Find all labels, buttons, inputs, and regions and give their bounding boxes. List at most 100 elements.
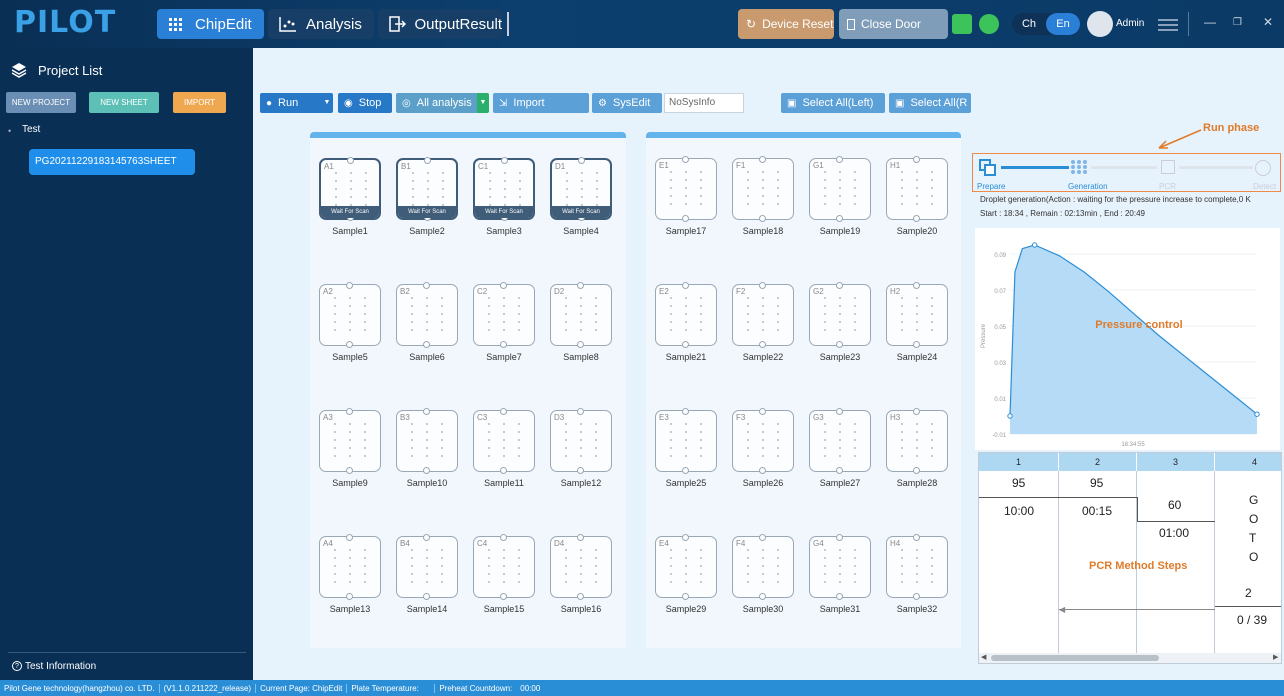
sample-well[interactable]: G4 xyxy=(809,534,871,600)
well-port xyxy=(682,156,689,163)
sample-well[interactable]: C3 xyxy=(473,408,535,474)
sample-well[interactable]: B1 Wait For Scan xyxy=(396,157,458,221)
sample-name: Sample2 xyxy=(409,226,445,236)
sample-well[interactable]: G2 xyxy=(809,282,871,348)
progress-track xyxy=(1091,166,1157,169)
sample-well[interactable]: E4 xyxy=(655,534,717,600)
sample-well[interactable]: A1 Wait For Scan xyxy=(319,157,381,221)
select-all-right-button[interactable]: ▣ Select All(R xyxy=(889,93,971,113)
scroll-left-icon[interactable]: ◀ xyxy=(981,653,986,661)
sample-well[interactable]: F2 xyxy=(732,282,794,348)
sample-well[interactable]: G3 xyxy=(809,408,871,474)
progress-track xyxy=(1179,166,1253,169)
well-port xyxy=(423,341,430,348)
run-dropdown-button[interactable]: ▼ xyxy=(321,93,333,113)
well-port xyxy=(759,467,766,474)
sample-well[interactable]: D4 xyxy=(550,534,612,600)
layers-icon xyxy=(11,62,27,81)
menu-icon[interactable] xyxy=(1158,16,1178,34)
sample-well[interactable]: F3 xyxy=(732,408,794,474)
well-grid xyxy=(900,295,934,335)
countdown-value: 00:00 xyxy=(520,683,541,693)
sample-well[interactable]: G1 xyxy=(809,156,871,222)
y-tick-label: 0.07 xyxy=(994,289,1006,295)
pcr-step-4[interactable]: G O T O 2 0 / 39 xyxy=(1215,471,1281,653)
well-label: D1 xyxy=(555,162,566,171)
tab-chipedit[interactable]: ChipEdit xyxy=(157,9,264,39)
stop-button[interactable]: ◉ Stop xyxy=(338,93,392,113)
well-grid xyxy=(487,421,521,461)
sysedit-button[interactable]: ⚙ SysEdit xyxy=(592,93,662,113)
analysis-dropdown-button[interactable]: ▼ xyxy=(477,93,489,113)
tab-outputresult[interactable]: OutputResult xyxy=(378,9,502,39)
sample-well[interactable]: A4 xyxy=(319,534,381,600)
scroll-right-icon[interactable]: ▶ xyxy=(1273,653,1278,661)
sample-well[interactable]: E1 xyxy=(655,156,717,222)
new-sheet-button[interactable]: NEW SHEET xyxy=(89,92,159,113)
new-project-button[interactable]: NEW PROJECT xyxy=(6,92,76,113)
sample-well[interactable]: D2 xyxy=(550,282,612,348)
lang-en[interactable]: En xyxy=(1046,13,1080,35)
goto-letter: T xyxy=(1249,531,1257,545)
run-button[interactable]: ● Run xyxy=(260,93,322,113)
sample-name: Sample15 xyxy=(483,604,525,614)
test-information-link[interactable]: Test Information xyxy=(25,661,96,672)
sample-well[interactable]: C1 Wait For Scan xyxy=(473,157,535,221)
sample-well[interactable]: E3 xyxy=(655,408,717,474)
sysinfo-field[interactable]: NoSysInfo xyxy=(664,93,744,113)
tab-analysis[interactable]: Analysis xyxy=(268,9,374,39)
well-port xyxy=(682,282,689,289)
sample-well[interactable]: D3 xyxy=(550,408,612,474)
import-button[interactable]: ⇲ Import xyxy=(493,93,589,113)
well-label: D4 xyxy=(554,539,565,548)
scrollbar-thumb[interactable] xyxy=(991,655,1159,661)
tree-sheet-item[interactable]: PG20211229183145763SHEET xyxy=(29,149,195,175)
sample-name: Sample1 xyxy=(332,226,368,236)
well-label: H4 xyxy=(890,539,901,548)
language-toggle[interactable]: Ch En xyxy=(1012,13,1080,35)
sample-well[interactable]: C4 xyxy=(473,534,535,600)
divider xyxy=(507,12,509,36)
minimize-icon[interactable]: — xyxy=(1204,15,1216,29)
avatar[interactable] xyxy=(1087,11,1113,37)
sample-name: Sample5 xyxy=(332,352,368,362)
sample-well[interactable]: B4 xyxy=(396,534,458,600)
restore-icon[interactable]: ❐ xyxy=(1233,17,1242,28)
sample-well[interactable]: H1 xyxy=(886,156,948,222)
sample-name: Sample18 xyxy=(742,226,784,236)
well-port xyxy=(913,408,920,415)
close-door-button[interactable]: Close Door xyxy=(839,9,948,39)
sample-well[interactable]: H4 xyxy=(886,534,948,600)
select-all-left-button[interactable]: ▣ Select All(Left) xyxy=(781,93,885,113)
horizontal-scrollbar[interactable]: ◀ ▶ xyxy=(979,653,1281,663)
company-name: Pilot Gene technology(hangzhou) co. LTD. xyxy=(0,683,160,693)
tree-project-test[interactable]: Test xyxy=(22,124,40,135)
sample-well[interactable]: F1 xyxy=(732,156,794,222)
sample-well[interactable]: D1 Wait For Scan xyxy=(550,157,612,221)
sample-well[interactable]: E2 xyxy=(655,282,717,348)
sample-name: Sample6 xyxy=(409,352,445,362)
close-icon[interactable]: ✕ xyxy=(1263,15,1273,29)
sample-well[interactable]: C2 xyxy=(473,282,535,348)
well-label: B3 xyxy=(400,413,410,422)
device-reset-button[interactable]: ↻ Device Reset xyxy=(738,9,834,39)
select-icon: ▣ xyxy=(787,97,797,109)
import-project-button[interactable]: IMPORT xyxy=(173,92,226,113)
all-analysis-button[interactable]: ◎ All analysis xyxy=(396,93,478,113)
sample-well[interactable]: B2 xyxy=(396,282,458,348)
connection-status-icon[interactable] xyxy=(979,14,999,34)
well-port xyxy=(682,408,689,415)
well-label: A3 xyxy=(323,413,333,422)
step-temp: 95 xyxy=(1090,476,1104,490)
lang-ch[interactable]: Ch xyxy=(1012,13,1046,35)
sample-well[interactable]: H3 xyxy=(886,408,948,474)
device-status-icon[interactable] xyxy=(952,14,972,34)
pcr-step-1[interactable]: 95 10:00 xyxy=(979,471,1059,653)
sample-well[interactable]: H2 xyxy=(886,282,948,348)
sample-well[interactable]: F4 xyxy=(732,534,794,600)
well-grid xyxy=(410,295,444,335)
sample-well[interactable]: B3 xyxy=(396,408,458,474)
sample-well[interactable]: A3 xyxy=(319,408,381,474)
sample-well[interactable]: A2 xyxy=(319,282,381,348)
well-grid xyxy=(564,547,598,587)
